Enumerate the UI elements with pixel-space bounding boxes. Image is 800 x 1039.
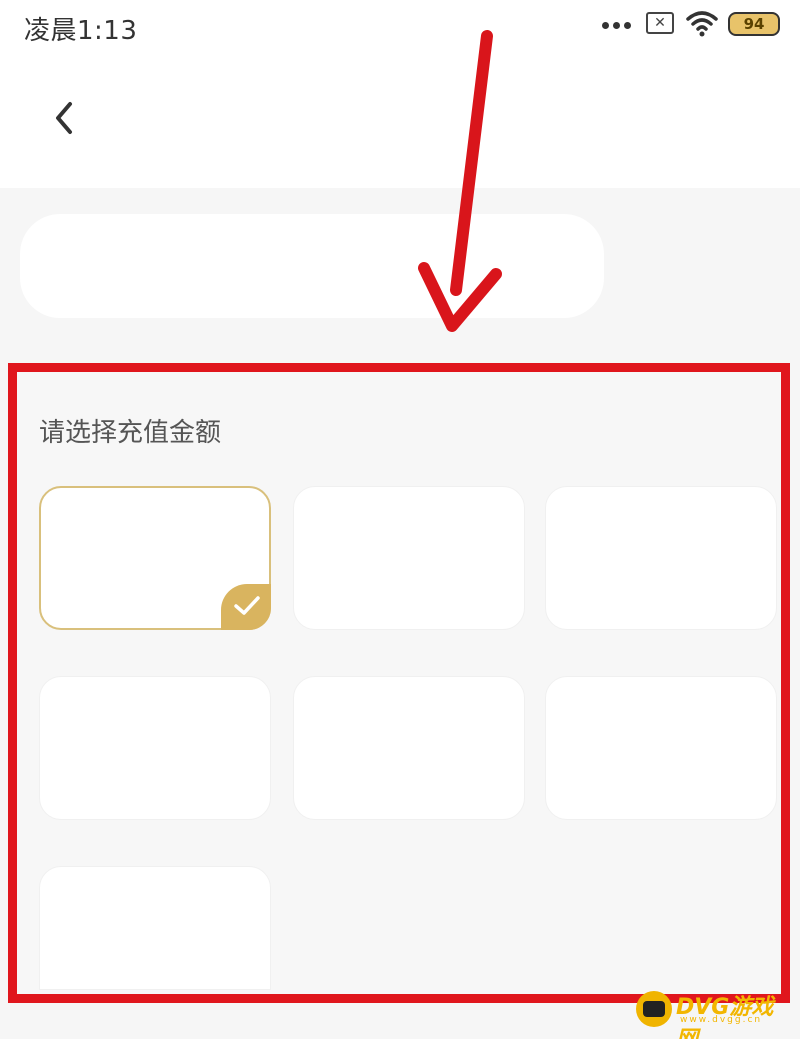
- watermark-brand: DVG游戏网: [676, 995, 774, 1039]
- amount-option-1[interactable]: [39, 486, 271, 630]
- amount-option-3[interactable]: [545, 486, 777, 630]
- amount-option-4[interactable]: [39, 676, 271, 820]
- more-dots-icon: [602, 22, 632, 30]
- sim-off-icon: ✕: [646, 12, 674, 34]
- chevron-left-icon: [56, 102, 72, 134]
- back-button[interactable]: [42, 96, 86, 140]
- section-title: 请选择充值金额: [39, 418, 222, 448]
- amount-option-6[interactable]: [545, 676, 777, 820]
- amount-option-7[interactable]: [39, 866, 271, 990]
- watermark-logo: DVG游戏网 www.dvgg.cn: [636, 989, 786, 1039]
- recharge-amount-section: 请选择充值金额: [8, 363, 790, 1003]
- watermark-domain: www.dvgg.cn: [680, 1015, 763, 1025]
- gamepad-icon: [636, 991, 672, 1027]
- amount-option-5[interactable]: [293, 676, 525, 820]
- nav-bar: [0, 52, 800, 188]
- wifi-icon: [686, 11, 718, 37]
- battery-indicator: 94: [728, 12, 780, 36]
- account-banner-card: [20, 214, 604, 318]
- status-bar: 凌晨1:13 ✕ 94: [0, 0, 800, 52]
- selected-check-badge: [221, 584, 271, 630]
- checkmark-icon: [234, 596, 260, 615]
- amount-option-2[interactable]: [293, 486, 525, 630]
- status-time: 凌晨1:13: [24, 16, 138, 46]
